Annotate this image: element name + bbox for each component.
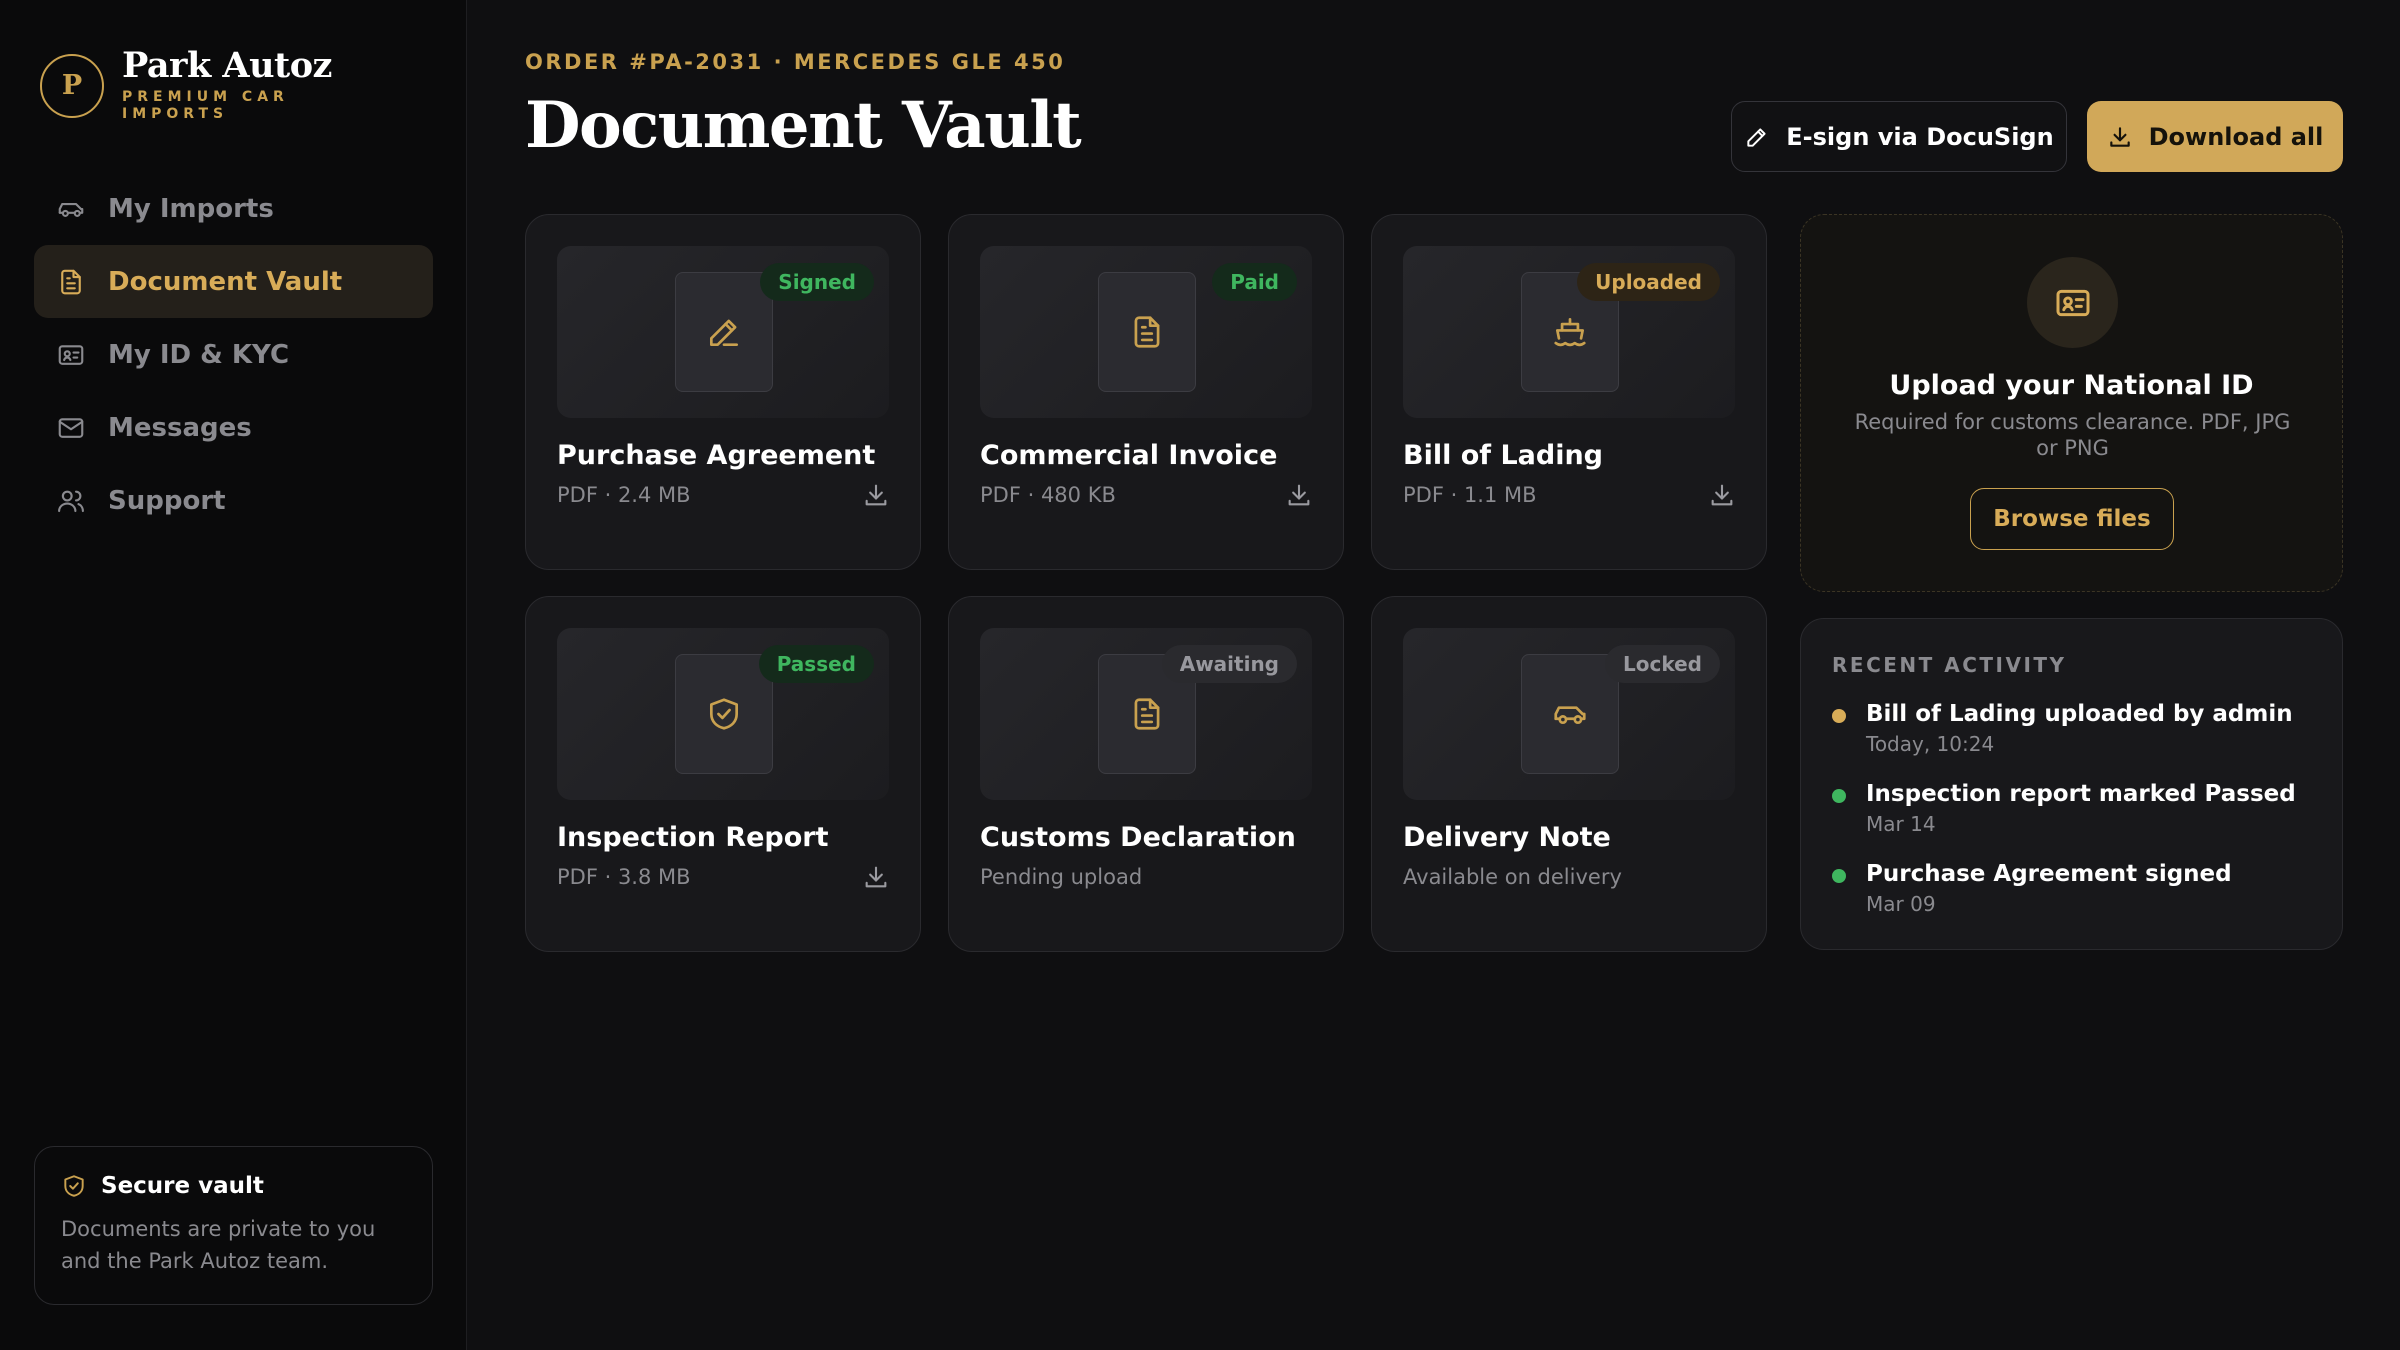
pen-icon [709,319,739,347]
download-button[interactable] [862,863,890,891]
sidebar-item-support[interactable]: Support [34,464,433,537]
upload-title: Upload your National ID [1889,370,2254,401]
download-icon [865,484,887,506]
status-dot [1832,869,1846,883]
page-title: Document Vault [525,88,1082,163]
sidebar-nav: My Imports Document Vault My ID & KYC Me… [34,172,433,537]
brand-name: Park Autoz [122,45,332,86]
secure-vault-notice: Secure vault Documents are private to yo… [34,1146,433,1305]
id-card-icon [58,344,84,365]
status-dot [1832,789,1846,803]
activity-time: Mar 09 [1866,892,1936,916]
sidebar-item-label: My ID & KYC [108,339,290,370]
esign-button[interactable]: E-sign via DocuSign [1731,101,2067,172]
status-badge: Passed [758,645,874,683]
sidebar-item-document-vault[interactable]: Document Vault [34,245,433,318]
sidebar-item-label: Document Vault [108,266,343,297]
activity-time: Mar 14 [1866,812,1936,836]
download-icon [1288,484,1310,506]
upload-description: Required for customs clearance. PDF, JPG… [1854,410,2291,460]
download-icon [2109,126,2130,147]
sidebar-item-label: My Imports [108,193,274,224]
document-card-bill-of-lading[interactable]: Uploaded Bill of Lading PDF · 1.1 MB [1371,214,1767,570]
download-all-button[interactable]: Download all [2087,101,2343,172]
file-text-icon [1134,698,1160,730]
recent-activity-panel: RECENT ACTIVITY Bill of Lading uploaded … [1800,618,2343,950]
sidebar-item-label: Support [108,485,226,516]
status-badge: Locked [1605,645,1720,683]
document-card-inspection-report[interactable]: Passed Inspection Report PDF · 3.8 MB [525,596,921,952]
document-thumbnail: Passed [557,628,889,800]
document-thumbnail: Paid [980,246,1312,418]
document-thumbnail: Signed [557,246,889,418]
brand-tagline: PREMIUM CAR IMPORTS [122,89,289,122]
shield-check-icon [709,698,739,730]
status-badge: Paid [1212,263,1297,301]
document-meta: PDF · 3.8 MB [557,865,691,889]
document-meta: PDF · 2.4 MB [557,483,691,507]
document-title: Purchase Agreement [557,440,876,471]
document-card-customs-declaration[interactable]: Awaiting Customs Declaration Pending upl… [948,596,1344,952]
order-reference: ORDER #PA-2031 · MERCEDES GLE 450 [525,50,1066,74]
document-title: Bill of Lading [1403,440,1603,471]
document-meta: PDF · 1.1 MB [1403,483,1537,507]
activity-item: Bill of Lading uploaded by admin Today, … [1832,699,2322,759]
secure-vault-title: Secure vault [101,1173,264,1199]
mail-icon [58,417,84,438]
car-icon [1554,706,1586,725]
logo-mark: P [40,53,104,118]
brand-logo[interactable]: P Park Autoz PREMIUM CAR IMPORTS [40,48,332,123]
document-meta: Available on delivery [1403,865,1622,889]
document-title: Customs Declaration [980,822,1296,853]
document-title: Commercial Invoice [980,440,1278,471]
document-meta: Pending upload [980,865,1143,889]
document-thumbnail: Locked [1403,628,1735,800]
activity-item: Inspection report marked Passed Mar 14 [1832,779,2322,839]
activity-item: Purchase Agreement signed Mar 09 [1832,859,2322,919]
document-meta: PDF · 480 KB [980,483,1116,507]
document-card-commercial-invoice[interactable]: Paid Commercial Invoice PDF · 480 KB [948,214,1344,570]
id-card-icon [2056,289,2089,316]
activity-title: Bill of Lading uploaded by admin [1866,701,2293,727]
document-title: Delivery Note [1403,822,1611,853]
download-icon [1711,484,1733,506]
sidebar-item-my-id-kyc[interactable]: My ID & KYC [34,318,433,391]
pen-icon [1747,127,1766,147]
secure-vault-text: Documents are private to you and the Par… [61,1217,376,1273]
shield-check-icon [64,1175,84,1197]
status-badge: Awaiting [1161,645,1297,683]
download-button[interactable] [1708,481,1736,509]
upload-national-id-dropzone[interactable]: Upload your National ID Required for cus… [1800,214,2343,592]
sidebar-item-label: Messages [108,412,252,443]
download-icon [865,866,887,888]
download-button[interactable] [1285,481,1313,509]
document-icon [61,269,81,294]
users-icon [58,490,84,512]
document-title: Inspection Report [557,822,829,853]
sidebar: P Park Autoz PREMIUM CAR IMPORTS My Impo… [0,0,467,1350]
activity-time: Today, 10:24 [1866,732,1995,756]
activity-title: Inspection report marked Passed [1866,781,2296,807]
car-icon [58,202,84,217]
document-thumbnail: Uploaded [1403,246,1735,418]
status-dot [1832,709,1846,723]
ship-icon [1554,317,1586,347]
sidebar-item-my-imports[interactable]: My Imports [34,172,433,245]
file-text-icon [1134,316,1160,348]
download-button[interactable] [862,481,890,509]
status-badge: Signed [760,263,874,301]
document-card-delivery-note[interactable]: Locked Delivery Note Available on delive… [1371,596,1767,952]
document-card-purchase-agreement[interactable]: Signed Purchase Agreement PDF · 2.4 MB [525,214,921,570]
document-thumbnail: Awaiting [980,628,1312,800]
activity-heading: RECENT ACTIVITY [1832,653,2067,677]
sidebar-item-messages[interactable]: Messages [34,391,433,464]
activity-title: Purchase Agreement signed [1866,861,2232,887]
browse-files-button[interactable]: Browse files [1970,488,2174,550]
status-badge: Uploaded [1577,263,1720,301]
